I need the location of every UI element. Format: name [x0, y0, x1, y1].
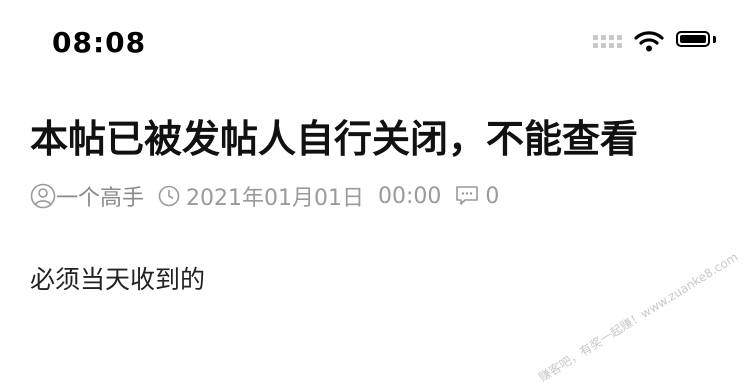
post-meta: 一个高手 2021年01月01日 00:00 0	[30, 180, 499, 212]
clock-icon	[158, 185, 180, 207]
post-title: 本帖已被发帖人自行关闭，不能查看	[30, 117, 639, 161]
post-author[interactable]: 一个高手	[56, 180, 144, 212]
comment-count: 0	[485, 183, 500, 209]
wifi-icon	[634, 31, 664, 52]
status-bar: 08:08	[0, 0, 750, 88]
watermark: 赚客吧，有奖一起赚！www.zuanke8.com	[536, 249, 741, 385]
battery-icon	[676, 31, 716, 51]
post-body: 必须当天收到的	[30, 265, 206, 294]
comment-icon	[455, 185, 479, 207]
user-icon	[30, 183, 56, 209]
signal-dots-icon	[593, 34, 622, 48]
post-date: 2021年01月01日	[186, 186, 364, 211]
post-time: 00:00	[378, 183, 442, 209]
status-time: 08:08	[52, 26, 147, 59]
status-icons	[593, 30, 716, 52]
